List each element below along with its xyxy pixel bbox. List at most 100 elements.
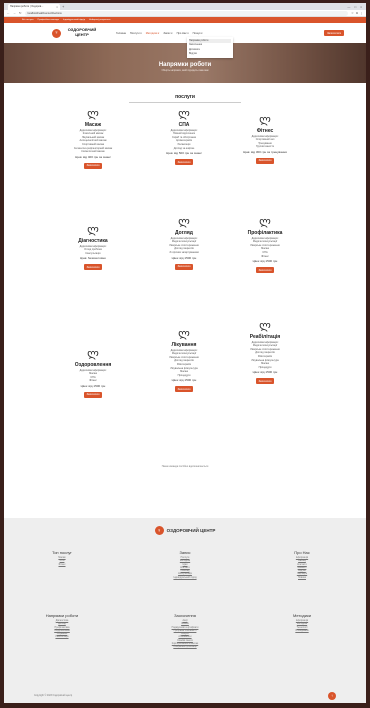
book-service-button[interactable]: Записатися — [174, 159, 194, 166]
service-card: ლ Оздоровлення Додаткова інформація: Маса… — [58, 347, 128, 398]
footer-column-title: Топ послуг — [52, 550, 72, 555]
extensions-icon[interactable]: ⧉ — [356, 11, 358, 15]
maximize-button[interactable]: □ — [354, 5, 356, 9]
footer-link[interactable]: Спеціальні пропозиції — [145, 646, 225, 649]
lotus-icon: ლ — [178, 215, 190, 228]
lotus-icon: ლ — [259, 319, 271, 332]
service-desc: Додаткова інформація: Медичні консультаці… — [169, 236, 199, 254]
service-price: Ціна: від 1500 грн — [80, 383, 106, 388]
footer-link[interactable]: Новини — [262, 577, 342, 580]
service-desc: Додаткова інформація: Спортивний зал Трену… — [251, 134, 279, 149]
service-name: СПА — [178, 121, 190, 128]
service-card: ლ Профілактика Додаткова інформація: Меди… — [230, 216, 300, 274]
topbar-item: Всі послуги — [22, 19, 34, 21]
dropdown-item[interactable]: Відгуки — [189, 52, 231, 57]
footer-logo[interactable]: ♆ ОЗДОРОВЧИЙ ЦЕНТР — [4, 526, 366, 535]
service-card: ლ Реабілітація Додаткова інформація: Меди… — [230, 319, 300, 385]
book-service-button[interactable]: Записатися — [83, 391, 103, 398]
main-nav: Головна Послуги ▾ Методики ▾ Запис ▾ Про… — [116, 32, 203, 35]
footer-column-title: Заохочення — [174, 613, 196, 618]
site-footer: ♆ ОЗДОРОВЧИЙ ЦЕНТР Топ послуг Масаж СПА … — [4, 518, 366, 703]
new-tab-button[interactable]: + — [62, 4, 64, 9]
services-note: Наша команда постійно вдосконалюється — [161, 464, 209, 468]
tab-title: Напрями роботи | Оздоров... — [10, 5, 44, 8]
nav-dropdown: Напрямки роботи Заохочення Допомога Відг… — [187, 37, 233, 59]
service-card: ლ Догляд Додаткова інформація: Медичні ко… — [149, 215, 219, 270]
footer-link[interactable]: Обладнання — [262, 630, 342, 633]
back-icon[interactable]: ← — [7, 11, 10, 15]
url-field[interactable]: localhost/healthcenter/directions — [24, 10, 349, 16]
service-card: ლ СПА Додаткова інформація: Повний відпоч… — [149, 108, 219, 166]
lotus-icon: ლ — [87, 223, 99, 236]
footer-column-title: Запис — [179, 550, 191, 555]
lotus-icon: ლ — [178, 327, 190, 340]
browser-toolbar-icons: ☆ ⧉ ⋮ — [351, 11, 363, 15]
reload-icon[interactable]: ↻ — [19, 11, 22, 15]
tab-close-icon[interactable]: × — [56, 5, 58, 9]
service-name: Догляд — [175, 229, 193, 236]
nav-search[interactable]: Пошук ▾ — [193, 32, 203, 35]
forward-icon[interactable]: → — [13, 11, 16, 15]
nav-booking[interactable]: Запис ▾ — [163, 32, 172, 35]
logo-icon[interactable]: ♆ — [52, 28, 61, 38]
book-button[interactable]: Записатися — [324, 30, 344, 36]
close-window-button[interactable]: × — [360, 5, 362, 9]
footer-column: Заохочення Акції Знижки Подарункові серт… — [145, 613, 225, 650]
lotus-icon: ლ — [87, 107, 99, 120]
footer-column-title: Методики — [293, 613, 311, 618]
footer-link[interactable]: Індивідуальний підхід — [145, 577, 225, 580]
lotus-icon: ლ — [259, 113, 271, 126]
service-name: Діагностика — [78, 237, 108, 244]
footer-brand: ОЗДОРОВЧИЙ ЦЕНТР — [166, 528, 216, 533]
service-price: Ціна: від 500 грн за сеанс — [166, 151, 202, 156]
service-card: ლ Діагностика Додаткова інформація: Огляд… — [58, 223, 128, 271]
services-grid: ლ Масаж Додаткова інформація: Класичний м… — [4, 103, 366, 471]
service-price: Ціна: від 1500 грн — [252, 370, 278, 375]
service-name: Фітнес — [256, 127, 274, 134]
nav-services[interactable]: Послуги ▾ — [130, 32, 142, 35]
book-service-button[interactable]: Записатися — [174, 263, 194, 270]
topbar-item: Найкращі результати — [89, 19, 111, 21]
services-title: послуги — [175, 94, 195, 100]
footer-link[interactable]: Фітнес — [22, 564, 102, 567]
service-price: Ціна: від 1500 грн — [171, 378, 197, 383]
service-desc: Додаткова інформація: Огляд проблем Консул… — [79, 244, 107, 255]
nav-methods[interactable]: Методики ▾ — [146, 32, 160, 35]
browser-tab[interactable]: Напрями роботи | Оздоров... × — [8, 3, 60, 10]
minimize-button[interactable]: — — [347, 5, 350, 9]
service-card: ლ Фітнес Додаткова інформація: Спортивний… — [230, 113, 300, 164]
logo-text[interactable]: ОЗДОРОВЧИЙ ЦЕНТР — [66, 28, 98, 37]
scroll-top-button[interactable]: ↑ — [328, 691, 336, 700]
service-price: Ціна: від 300 грн за тренування — [243, 149, 287, 154]
book-service-button[interactable]: Записатися — [255, 157, 275, 164]
book-service-button[interactable]: Записатися — [83, 264, 103, 271]
browser-tabbar: Напрями роботи | Оздоров... × + — □ × — [4, 3, 366, 10]
service-desc: Додаткова інформація: Масаж СПА Фітнес — [79, 368, 107, 383]
footer-link[interactable]: Реабілітація — [22, 636, 102, 639]
footer-column-title: Напрямки роботи — [45, 613, 79, 618]
nav-about[interactable]: Про Нас ▾ — [177, 32, 189, 35]
service-desc: Додаткова інформація: Медичні консультаці… — [250, 340, 280, 369]
site-header: ♆ ОЗДОРОВЧИЙ ЦЕНТР Головна Послуги ▾ Мет… — [4, 23, 366, 59]
footer-column: Напрямки роботи Діагностика Догляд Профі… — [22, 613, 102, 640]
service-price: Ціна: від 1500 грн — [252, 259, 278, 264]
book-service-button[interactable]: Записатися — [174, 386, 194, 393]
book-service-button[interactable]: Записатися — [255, 378, 275, 385]
copyright: Copyright © 2023 Оздоровчий центр — [34, 694, 73, 697]
service-name: Оздоровлення — [74, 361, 112, 368]
star-icon[interactable]: ☆ — [351, 11, 354, 15]
topbar-item: Професійна команда — [37, 19, 60, 21]
nav-home[interactable]: Головна — [116, 32, 126, 35]
service-price: Ціна: від 400 грн за сеанс — [75, 154, 111, 159]
topbar-item: Індивідуальний підхід — [63, 19, 86, 21]
address-bar: ← → ↻ localhost/healthcenter/directions … — [4, 10, 366, 17]
book-service-button[interactable]: Записатися — [83, 162, 103, 169]
menu-icon[interactable]: ⋮ — [360, 11, 363, 15]
lotus-icon: ლ — [87, 347, 99, 360]
footer-column-title: Про Нас — [294, 550, 310, 555]
footer-column: Топ послуг Масаж СПА Фітнес — [22, 550, 102, 567]
footer-column: Методики Інформація Методики Технології … — [262, 613, 342, 633]
book-service-button[interactable]: Записатися — [255, 267, 275, 274]
page-title: Напрямки роботи — [158, 62, 212, 68]
service-name: Лікування — [171, 341, 197, 348]
